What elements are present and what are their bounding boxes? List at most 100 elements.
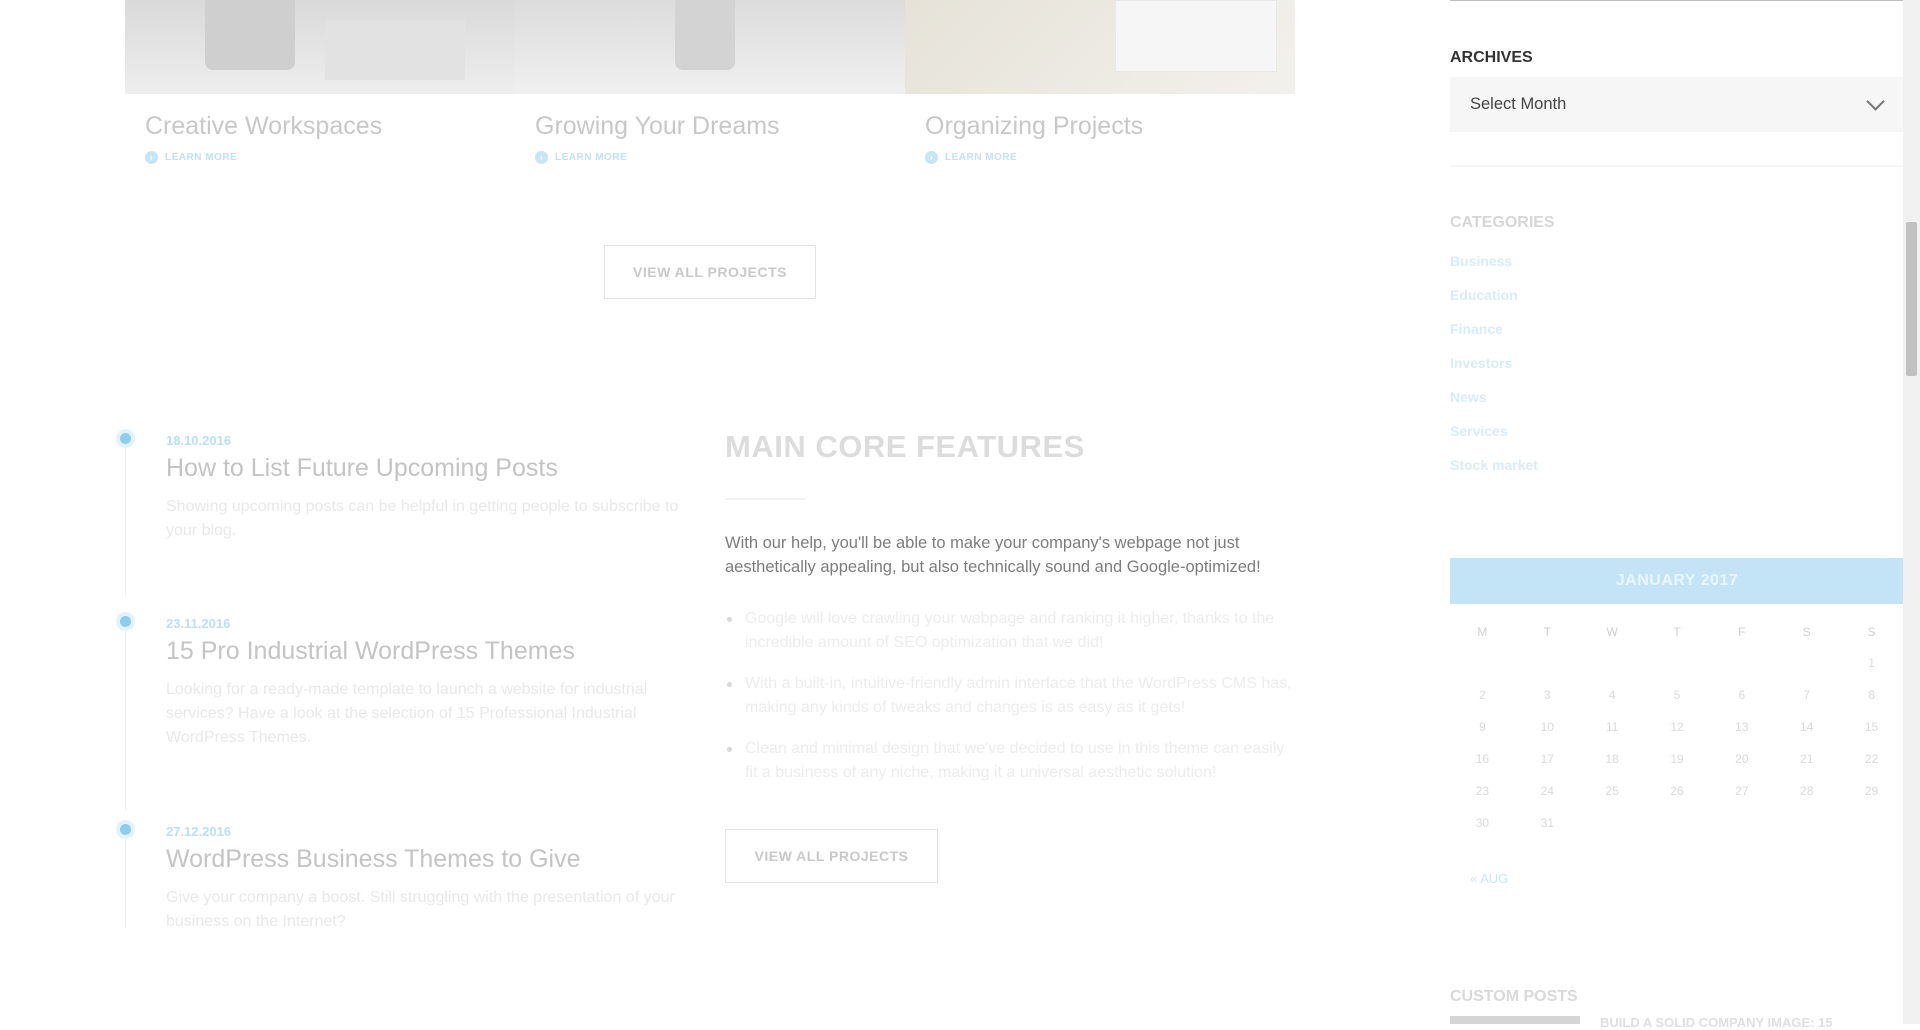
chevron-right-icon: › [925,151,938,164]
calendar-day: 1 [1868,656,1875,670]
calendar-day: 25 [1605,784,1619,798]
features-divider [725,498,805,500]
categories-list: Business Education Finance Investors New… [1450,251,1538,489]
category-link[interactable]: Education [1450,285,1538,319]
calendar-day: 22 [1864,752,1879,766]
learn-more-link[interactable]: › LEARN MORE [535,151,905,164]
features-view-all-button[interactable]: VIEW ALL PROJECTS [725,829,938,883]
calendar-day [1839,807,1904,839]
calendar-day: 5 [1673,688,1681,702]
calendar-day [1774,647,1839,679]
project-card-2[interactable]: Growing Your Dreams › LEARN MORE [515,0,905,164]
calendar-day: 28 [1800,784,1814,798]
calendar-day: 13 [1735,720,1749,734]
calendar-grid: M T W T F S S 1 2 3 4 5 6 7 8 9 10 11 12 13 14 15 16 17 18 19 20 21… [1450,617,1904,839]
calendar-day [1580,807,1645,839]
learn-more-link[interactable]: › LEARN MORE [925,151,1295,164]
calendar-day: 7 [1803,688,1811,702]
project-image[interactable] [515,0,905,94]
category-link[interactable]: Stock market [1450,455,1538,489]
learn-more-label: LEARN MORE [555,152,628,163]
calendar-day: 11 [1605,720,1619,734]
archives-select-value: Select Month [1470,95,1567,113]
timeline-dot [120,824,131,835]
timeline-line [125,448,126,596]
calendar-day [1709,807,1774,839]
post-date: 18.10.2016 [166,433,232,448]
calendar-day [1580,647,1645,679]
feature-item: Clean and minimal design that we've deci… [725,737,1295,785]
project-image[interactable] [125,0,515,94]
project-title[interactable]: Organizing Projects [925,112,1295,141]
post-title[interactable]: How to List Future Upcoming Posts [166,454,686,483]
calendar-day: 21 [1800,752,1814,766]
project-image[interactable] [905,0,1295,94]
project-card-1[interactable]: Creative Workspaces › LEARN MORE [125,0,515,164]
post-title[interactable]: 15 Pro Industrial WordPress Themes [166,637,686,666]
sidebar-divider [1450,165,1904,167]
category-link[interactable]: Investors [1450,353,1538,387]
category-link[interactable]: Finance [1450,319,1538,353]
calendar-day: 31 [1540,816,1554,830]
page-scrollbar[interactable] [1903,0,1920,1024]
calendar-day: 2 [1479,688,1486,702]
project-title[interactable]: Growing Your Dreams [535,112,905,141]
features-intro: With our help, you'll be able to make yo… [725,534,1261,576]
timeline-line [125,630,126,810]
calendar-day-header: S [1867,625,1876,639]
calendar-day: 23 [1475,784,1490,798]
calendar-day: 9 [1479,720,1486,734]
post-title[interactable]: WordPress Business Themes to Give [166,845,686,874]
calendar-prev-link[interactable]: « AUG [1470,871,1508,886]
chevron-right-icon: › [535,151,548,164]
view-all-projects-button[interactable]: VIEW ALL PROJECTS [604,245,816,299]
calendar-day [1645,807,1710,839]
chevron-down-icon [1866,92,1885,111]
calendar-day: 19 [1670,752,1684,766]
sidebar-top-border [1450,0,1904,1]
scrollbar-thumb[interactable] [1906,222,1917,376]
calendar-day: 12 [1670,720,1684,734]
timeline-line [125,838,126,928]
timeline-dot [120,616,131,627]
feature-item: With a built-in, intuitive-friendly admi… [725,672,1295,720]
archives-heading: ARCHIVES [1450,49,1533,66]
post-date: 23.11.2016 [166,616,231,631]
features-title: MAIN CORE FEATURES [725,429,1085,464]
post-item: 18.10.2016 How to List Future Upcoming P… [120,433,686,543]
calendar-day: 6 [1738,688,1746,702]
categories-heading: CATEGORIES [1450,214,1555,231]
custom-post-thumbnail[interactable] [1450,1016,1580,1024]
calendar-day: 8 [1868,688,1875,702]
timeline-dot [120,433,131,444]
calendar-day: 18 [1605,752,1619,766]
learn-more-link[interactable]: › LEARN MORE [145,151,515,164]
post-item: 23.11.2016 15 Pro Industrial WordPress T… [120,616,686,750]
calendar-day: 10 [1540,720,1554,734]
calendar-day: 30 [1475,816,1490,830]
project-title[interactable]: Creative Workspaces [145,112,515,141]
post-excerpt: Looking for a ready-made template to lau… [166,681,648,746]
calendar-day: 24 [1540,784,1554,798]
category-link[interactable]: News [1450,387,1538,421]
feature-item: Google will love crawling your webpage a… [725,607,1295,655]
calendar-day [1645,647,1710,679]
category-link[interactable]: Business [1450,251,1538,285]
calendar-day: 15 [1864,720,1879,734]
post-date: 27.12.2016 [166,824,232,839]
project-card-3[interactable]: Organizing Projects › LEARN MORE [905,0,1295,164]
calendar-day: 17 [1540,752,1554,766]
calendar-day: 27 [1735,784,1749,798]
calendar-day-header: T [1543,625,1551,639]
post-item: 27.12.2016 WordPress Business Themes to … [120,824,686,934]
features-list: Google will love crawling your webpage a… [725,607,1295,802]
archives-select[interactable]: Select Month [1450,77,1904,132]
learn-more-label: LEARN MORE [945,152,1018,163]
calendar-day: 26 [1670,784,1684,798]
custom-post-title[interactable]: BUILD A SOLID COMPANY IMAGE: 15 [1600,1015,1833,1030]
post-excerpt: Showing upcoming posts can be helpful in… [166,498,679,539]
custom-posts-heading: CUSTOM POSTS [1450,988,1578,1005]
calendar-day [1450,647,1515,679]
calendar-month-header: JANUARY 2017 [1450,558,1904,604]
category-link[interactable]: Services [1450,421,1538,455]
